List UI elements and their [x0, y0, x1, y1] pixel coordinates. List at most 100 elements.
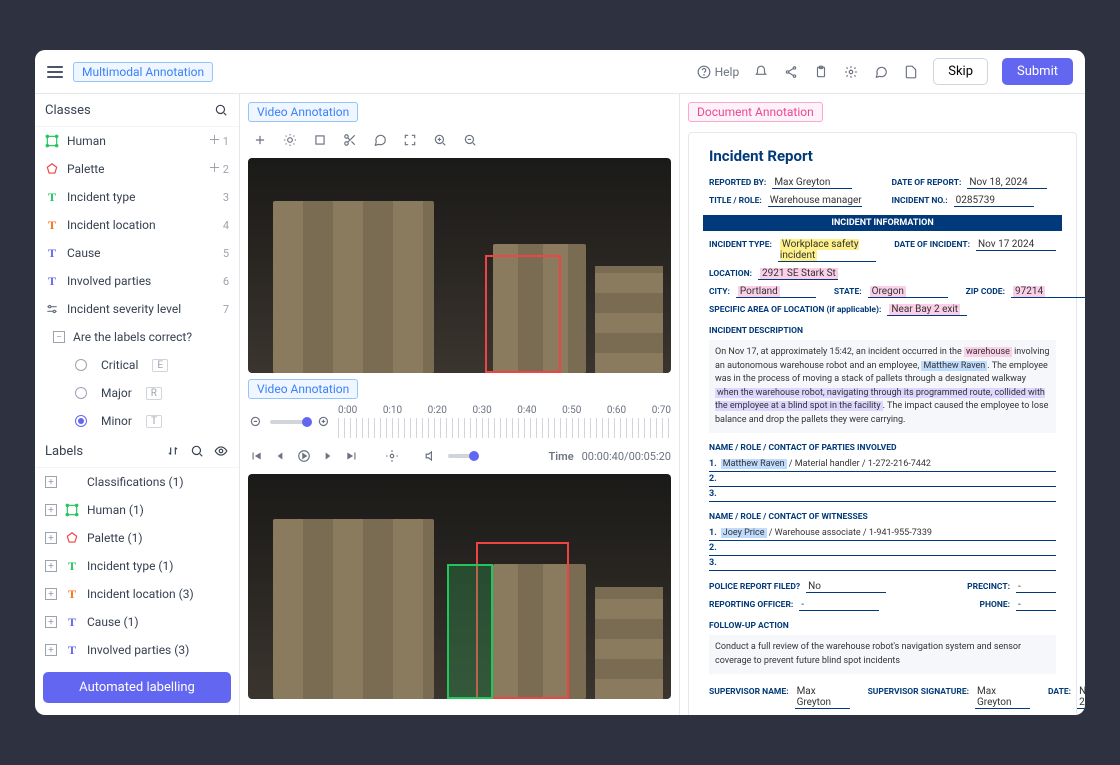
label-palette----[interactable]: +Palette (1): [35, 524, 239, 552]
label-incident-location----[interactable]: +TIncident location (3): [35, 580, 239, 608]
parties-header: NAME / ROLE / CONTACT OF PARTIES INVOLVE…: [709, 443, 1056, 453]
document-panel: Document Annotation Incident Report REPO…: [680, 94, 1085, 715]
label-involved-parties----[interactable]: +TInvolved parties (3): [35, 636, 239, 664]
skip-button[interactable]: Skip: [933, 58, 988, 85]
location: 2921 SE Stark St: [758, 268, 838, 280]
class-incident-severity-level[interactable]: Incident severity level 7: [35, 295, 239, 323]
option-minor[interactable]: MinorT: [35, 407, 239, 435]
video-frame-1[interactable]: [248, 158, 671, 373]
phone: -: [1016, 599, 1056, 611]
submit-button[interactable]: Submit: [1002, 58, 1073, 85]
fullscreen-icon[interactable]: [402, 132, 418, 148]
clipboard-icon[interactable]: [813, 64, 829, 80]
reported-by: Max Greyton: [772, 177, 852, 189]
topbar: Multimodal Annotation Help Skip Submit: [35, 50, 1085, 94]
party-3: 3.: [709, 487, 1056, 502]
question-row: − Are the labels correct?: [35, 323, 239, 351]
video-panel: Video Annotation Video Annotation: [240, 94, 680, 715]
human-annotation[interactable]: [447, 564, 494, 699]
share-icon[interactable]: [783, 64, 799, 80]
zoom-out-icon[interactable]: [462, 132, 478, 148]
timeline[interactable]: 0:000:100:200:300:400:500:600:70: [248, 405, 671, 438]
comment-icon[interactable]: [873, 64, 889, 80]
skip-end-icon[interactable]: [344, 448, 360, 464]
precinct: -: [1016, 581, 1056, 593]
search-icon[interactable]: [189, 443, 205, 459]
witness-3: 3.: [709, 556, 1056, 571]
party-2: 2.: [709, 472, 1056, 487]
date-of-report: Nov 18, 2024: [967, 177, 1047, 189]
supervisor-name: Max Greyton: [795, 686, 850, 709]
playbar: Time 00:00:40/00:05:20: [248, 444, 671, 468]
city: Portland: [736, 286, 816, 298]
label-incident-type----[interactable]: +TIncident type (1): [35, 552, 239, 580]
zoom-in-icon[interactable]: [432, 132, 448, 148]
party-1: 1.Matthew Raven / Material handler / 1-2…: [709, 457, 1056, 472]
date-incident: Nov 17 2024: [976, 239, 1056, 251]
volume-icon[interactable]: [424, 448, 440, 464]
supervisor-sig: Max Greyton: [975, 686, 1030, 709]
incident-report: Incident Report REPORTED BY:Max Greyton …: [688, 132, 1077, 715]
labels-header: Labels: [35, 435, 239, 468]
sort-icon[interactable]: [165, 443, 181, 459]
incident-type: Workplace safety incident: [778, 239, 876, 262]
menu-icon[interactable]: [47, 66, 63, 78]
app-tag: Multimodal Annotation: [73, 62, 213, 82]
option-critical[interactable]: CriticalE: [35, 351, 239, 379]
help-button[interactable]: Help: [697, 65, 740, 79]
prev-icon[interactable]: [272, 448, 288, 464]
fit-icon[interactable]: [312, 132, 328, 148]
report-title: Incident Report: [709, 147, 1056, 165]
volume-slider[interactable]: [448, 454, 478, 458]
class-involved-parties[interactable]: TInvolved parties 6: [35, 267, 239, 295]
time-label: Time: [549, 450, 574, 463]
eye-icon[interactable]: [213, 443, 229, 459]
skip-start-icon[interactable]: [248, 448, 264, 464]
section-incident-info: INCIDENT INFORMATION: [703, 215, 1062, 231]
zoom-out-icon[interactable]: [248, 414, 264, 430]
class-incident-location[interactable]: TIncident location 4: [35, 211, 239, 239]
class-incident-type[interactable]: TIncident type 3: [35, 183, 239, 211]
palette-annotation[interactable]: [485, 255, 561, 373]
search-icon[interactable]: [213, 102, 229, 118]
video-tag: Video Annotation: [248, 102, 358, 122]
document-icon[interactable]: [903, 64, 919, 80]
supervisor-date: Nov 18, 2024: [1077, 686, 1085, 709]
collapse-icon[interactable]: −: [53, 331, 65, 343]
comment-icon[interactable]: [372, 132, 388, 148]
zoom-in-icon[interactable]: [316, 414, 332, 430]
incident-no: 0285739: [954, 195, 1034, 207]
document-tag: Document Annotation: [688, 102, 823, 122]
witness-1: 1.Joey Price / Warehouse associate / 1-9…: [709, 526, 1056, 541]
video-frame-2[interactable]: [248, 474, 671, 699]
play-icon[interactable]: [296, 448, 312, 464]
add-icon[interactable]: [252, 132, 268, 148]
followup-action: Conduct a full review of the warehouse r…: [709, 635, 1056, 674]
incident-description: On Nov 17, at approximately 15:42, an in…: [709, 340, 1056, 433]
classes-header: Classes: [35, 94, 239, 127]
label-classifications----[interactable]: +Classifications (1): [35, 468, 239, 496]
label-human----[interactable]: +Human (1): [35, 496, 239, 524]
zoom-slider[interactable]: [270, 420, 310, 424]
label-cause----[interactable]: +TCause (1): [35, 608, 239, 636]
class-cause[interactable]: TCause 5: [35, 239, 239, 267]
option-major[interactable]: MajorR: [35, 379, 239, 407]
brightness-icon[interactable]: [282, 132, 298, 148]
officer: -: [799, 599, 879, 611]
bell-icon[interactable]: [753, 64, 769, 80]
gear-icon[interactable]: [843, 64, 859, 80]
title-role: Warehouse manager: [768, 195, 862, 207]
next-icon[interactable]: [320, 448, 336, 464]
witness-2: 2.: [709, 541, 1056, 556]
class-palette[interactable]: Palette 2: [35, 155, 239, 183]
cut-icon[interactable]: [342, 132, 358, 148]
settings-icon[interactable]: [384, 448, 400, 464]
zip: 97214: [1011, 286, 1085, 298]
class-human[interactable]: Human 1: [35, 127, 239, 155]
police-filed: No: [806, 581, 886, 593]
video-tag-2: Video Annotation: [248, 379, 358, 399]
desc-header: INCIDENT DESCRIPTION: [709, 326, 1056, 336]
state: Oregon: [868, 286, 948, 298]
sidebar: Classes Human 1Palette 2TIncident type 3…: [35, 94, 240, 715]
automated-labelling-button[interactable]: Automated labelling: [43, 672, 231, 703]
